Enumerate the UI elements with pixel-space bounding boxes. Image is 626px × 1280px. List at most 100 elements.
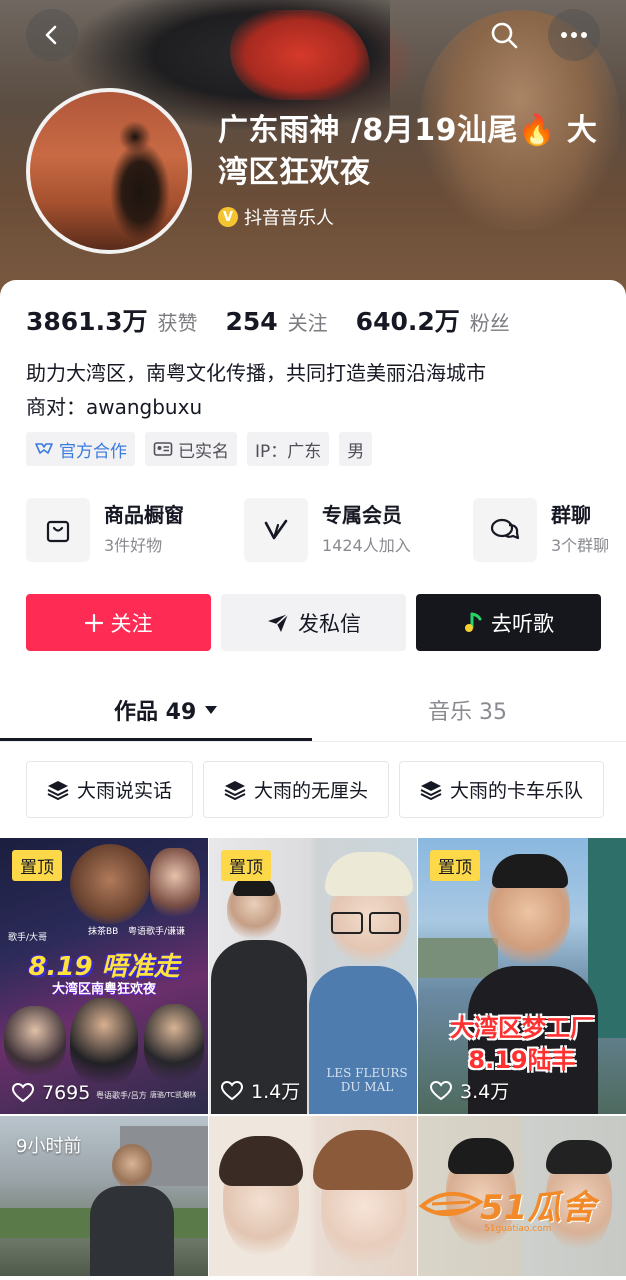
heart-outline-icon	[221, 1080, 243, 1100]
caret-down-icon	[205, 706, 218, 714]
poster-hair	[325, 852, 413, 896]
layers-icon	[420, 780, 442, 800]
stat-value: 254	[225, 307, 278, 336]
more-dots-icon	[561, 32, 587, 38]
feature-membership[interactable]: 专属会员 1424人加入	[244, 498, 411, 562]
video-thumbnail[interactable]: 9小时前	[0, 1116, 208, 1276]
stats-row: 3861.3万 获赞 254 关注 640.2万 粉丝	[26, 302, 538, 338]
tab-music[interactable]: 音乐 35	[428, 694, 507, 726]
like-count-text: 1.4万	[251, 1081, 301, 1103]
tag-official-cooperation[interactable]: 官方合作	[26, 432, 135, 466]
tab-label: 作品 49	[114, 700, 197, 725]
poster-tag: 粤语歌手/谦谦	[128, 927, 186, 937]
poster-person	[150, 848, 200, 918]
cover-motorcycle-tank	[230, 10, 370, 100]
video-thumbnail[interactable]: LES FLEURS DU MAL 置顶 1.4万	[209, 838, 417, 1114]
feature-subtitle: 3件好物	[104, 536, 163, 555]
follow-label: 关注	[110, 611, 153, 636]
more-button[interactable]	[548, 9, 600, 61]
plus-icon	[84, 613, 103, 632]
poster-hair	[492, 854, 568, 888]
stat-likes[interactable]: 3861.3万 获赞	[26, 302, 197, 338]
feature-title: 专属会员	[322, 503, 402, 527]
heart-outline-icon	[12, 1083, 34, 1103]
layers-icon	[47, 780, 69, 800]
tab-label: 音乐 35	[428, 700, 507, 725]
listen-music-button[interactable]: 去听歌	[416, 594, 601, 651]
poster-shirt	[90, 1186, 174, 1276]
collection-label: 大雨的卡车乐队	[450, 780, 584, 802]
stat-label: 关注	[287, 311, 328, 335]
feature-group-chat[interactable]: 群聊 3个群聊	[473, 498, 609, 562]
collection-chips: 大雨说实话 大雨的无厘头 大雨的卡车乐队	[26, 761, 605, 818]
message-button[interactable]: 发私信	[221, 594, 406, 651]
musician-badge-icon: V	[218, 207, 238, 227]
like-count: 3.4万	[430, 1077, 509, 1104]
profile-card: 3861.3万 获赞 254 关注 640.2万 粉丝 助力大湾区，南粤文化传播…	[0, 280, 626, 1280]
post-age: 9小时前	[16, 1136, 82, 1157]
poster-tag: 歌手/大哥	[8, 933, 48, 943]
poster-hair	[546, 1140, 612, 1174]
stat-value: 3861.3万	[26, 307, 148, 336]
like-count-text: 7695	[42, 1082, 91, 1104]
search-button[interactable]	[478, 9, 530, 61]
tag-real-name[interactable]: 已实名	[145, 432, 237, 466]
poster-person	[70, 998, 138, 1088]
bio: 助力大湾区，南粤文化传播，共同打造美丽沿海城市 商对：awangbuxu	[26, 356, 486, 424]
chevron-left-icon	[45, 25, 57, 45]
profile-name: 广东雨神 /8月19汕尾🔥 大湾区狂欢夜	[218, 113, 598, 190]
poster-headline: 大湾区梦工厂	[450, 1014, 594, 1042]
feature-shop-window[interactable]: 商品橱窗 3件好物	[26, 498, 184, 562]
stat-followers[interactable]: 640.2万 粉丝	[356, 302, 510, 338]
collection-chip[interactable]: 大雨的卡车乐队	[399, 761, 605, 818]
feature-entries: 商品橱窗 3件好物 专属会员 1424人加入 群聊 3个群聊	[26, 498, 626, 564]
tab-active-indicator	[0, 738, 312, 741]
pinned-badge: 置顶	[430, 850, 480, 881]
follow-button[interactable]: 关注	[26, 594, 211, 651]
heart-outline-icon	[430, 1080, 452, 1100]
tag-label: 男	[347, 441, 365, 462]
pinned-badge: 置顶	[12, 850, 62, 881]
listen-label: 去听歌	[491, 611, 554, 636]
bio-business-contact: 商对：awangbuxu	[26, 395, 203, 419]
profile-tags: 官方合作 已实名 IP：广东 男	[26, 432, 373, 466]
content-tabs: 作品 49 音乐 35	[0, 680, 626, 742]
stat-label: 获赞	[157, 311, 198, 335]
message-label: 发私信	[298, 611, 361, 636]
like-count: 1.4万	[221, 1077, 300, 1104]
tab-works[interactable]: 作品 49	[114, 694, 218, 726]
shirt-text: LES FLEURS DU MAL	[326, 1066, 408, 1094]
stat-following[interactable]: 254 关注	[225, 307, 327, 336]
collection-chip[interactable]: 大雨的无厘头	[203, 761, 390, 818]
back-button[interactable]	[26, 9, 78, 61]
poster-glasses	[331, 912, 363, 934]
verification-badge: V 抖音音乐人	[218, 204, 334, 230]
tag-label: 已实名	[178, 441, 229, 462]
feature-icon-box	[473, 498, 537, 562]
video-thumbnail[interactable]: 歌手/大哥 抹茶BB 粤语歌手/谦谦 8.19 唔准走 大湾区南粤狂欢夜 粤语歌…	[0, 838, 208, 1114]
handshake-icon	[35, 443, 53, 454]
poster-tag: 抹茶BB	[88, 927, 119, 937]
feature-subtitle: 1424人加入	[322, 536, 411, 555]
video-thumbnail[interactable]	[209, 1116, 417, 1276]
feature-title: 群聊	[551, 503, 591, 527]
poster-tag: 粤语歌手/吕方	[96, 1091, 147, 1100]
shopping-bag-icon	[46, 520, 70, 543]
action-buttons: 关注 发私信 去听歌	[26, 594, 601, 651]
watermark-site: 51guatiao.com	[484, 1224, 552, 1234]
poster-hair	[219, 1136, 303, 1186]
poster-person	[70, 844, 150, 924]
avatar[interactable]	[26, 88, 192, 254]
video-thumbnail[interactable]: 大湾区梦工厂 8.19陆丰 置顶 3.4万	[418, 838, 626, 1114]
poster-glasses	[369, 912, 401, 934]
collection-chip[interactable]: 大雨说实话	[26, 761, 194, 818]
tag-gender: 男	[339, 432, 373, 466]
id-card-icon	[153, 442, 173, 456]
music-note-icon	[465, 612, 482, 632]
like-count-text: 3.4万	[460, 1081, 510, 1103]
feature-icon-box	[244, 498, 308, 562]
poster-person	[144, 1004, 204, 1084]
feature-title: 商品橱窗	[104, 503, 184, 527]
collection-label: 大雨的无厘头	[254, 780, 369, 802]
watermark-brand: 51瓜舍	[480, 1188, 596, 1228]
